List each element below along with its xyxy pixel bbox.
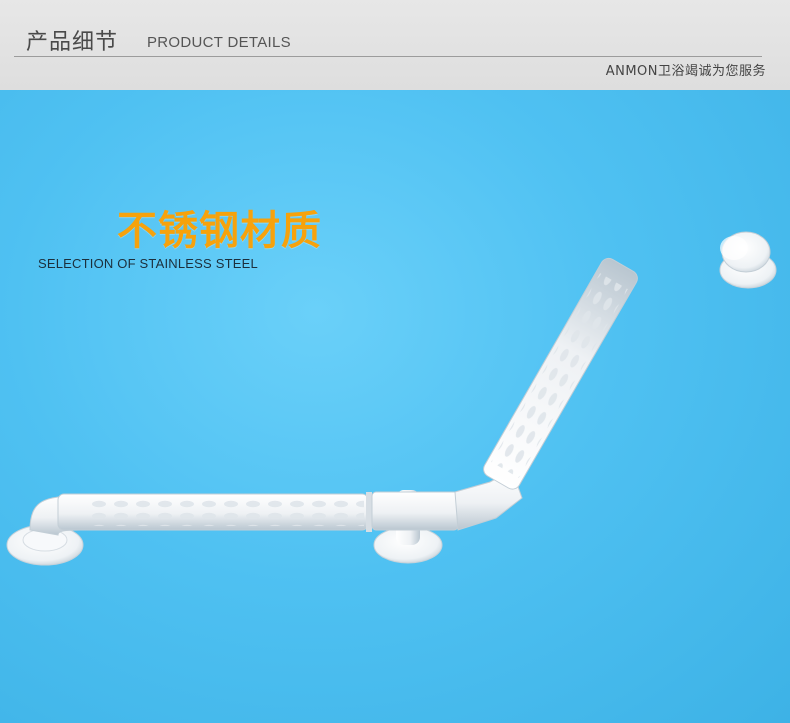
grab-bar-icon	[6, 231, 777, 566]
page-header: 产品细节 PRODUCT DETAILS ANMON卫浴竭诚为您服务	[0, 0, 790, 91]
brand-tagline: ANMON卫浴竭诚为您服务	[605, 64, 766, 79]
product-photo: 不锈钢材质 SELECTION OF STAINLESS STEEL	[0, 90, 790, 723]
header-divider	[14, 56, 762, 57]
section-title: 产品细节	[26, 30, 119, 55]
section-title-en: PRODUCT DETAILS	[147, 34, 291, 51]
